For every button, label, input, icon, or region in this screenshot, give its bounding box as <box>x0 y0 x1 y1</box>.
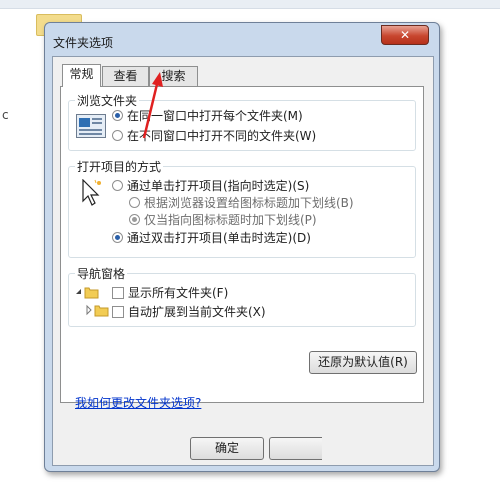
ok-button[interactable]: 确定 <box>190 437 264 460</box>
tab-label: 常规 <box>69 67 94 81</box>
tree-collapse-icon <box>85 303 111 320</box>
radio-underline-browser[interactable]: 根据浏览器设置给图标标题加下划线(B) <box>129 194 354 211</box>
radio-underline-on-hover[interactable]: 仅当指向图标标题时加下划线(P) <box>129 211 317 228</box>
background-text: c <box>2 108 9 122</box>
checkbox-auto-expand[interactable]: 自动扩展到当前文件夹(X) <box>112 303 266 320</box>
tab-label: 查看 <box>113 69 138 83</box>
folder-options-dialog: 文件夹选项 ✕ 常规 查看 搜索 浏览文件夹 在同一窗口中打开每个文件夹(M) … <box>44 22 440 472</box>
navigation-pane-group: 导航窗格 显示所有文件夹(F) 自动扩展到当前文件夹(X) <box>68 265 416 327</box>
browse-folders-icon <box>76 114 106 138</box>
radio-indicator <box>112 110 123 121</box>
tree-expand-icon <box>75 285 101 302</box>
background-window-strip <box>0 0 500 9</box>
radio-indicator <box>129 214 140 225</box>
checkbox-box <box>112 305 124 318</box>
browse-folders-group: 浏览文件夹 在同一窗口中打开每个文件夹(M) 在不同窗口中打开不同的文件夹(W) <box>68 92 416 151</box>
restore-defaults-button[interactable]: 还原为默认值(R) <box>309 351 417 374</box>
checkbox-show-all-folders[interactable]: 显示所有文件夹(F) <box>112 284 228 301</box>
navigation-pane-legend: 导航窗格 <box>75 265 128 282</box>
checkbox-box <box>112 286 124 299</box>
radio-indicator <box>112 180 123 191</box>
radio-indicator <box>112 232 123 243</box>
click-cursor-icon <box>81 178 103 210</box>
dialog-title: 文件夹选项 <box>53 36 114 50</box>
radio-indicator <box>129 197 140 208</box>
open-items-legend: 打开项目的方式 <box>75 158 164 175</box>
option-label: 根据浏览器设置给图标标题加下划线(B) <box>144 196 354 210</box>
annotation-arrow-icon <box>142 72 163 139</box>
open-items-group: 打开项目的方式 通过单击打开项目(指向时选定)(S) 根据浏览器设置给图标标题加… <box>68 158 416 258</box>
radio-indicator <box>112 130 123 141</box>
help-link[interactable]: 我如何更改文件夹选项? <box>75 394 201 411</box>
radio-double-click[interactable]: 通过双击打开项目(单击时选定)(D) <box>112 229 311 246</box>
tab-general[interactable]: 常规 <box>62 64 101 87</box>
option-label: 通过双击打开项目(单击时选定)(D) <box>127 231 311 245</box>
close-icon: ✕ <box>399 28 411 42</box>
radio-single-click[interactable]: 通过单击打开项目(指向时选定)(S) <box>112 177 309 194</box>
option-label: 仅当指向图标标题时加下划线(P) <box>144 213 317 227</box>
option-label: 自动扩展到当前文件夹(X) <box>128 305 266 319</box>
cancel-button-partial[interactable] <box>269 437 322 460</box>
dialog-client-area: 常规 查看 搜索 浏览文件夹 在同一窗口中打开每个文件夹(M) 在不同窗口中打开… <box>52 56 434 466</box>
option-label: 通过单击打开项目(指向时选定)(S) <box>127 179 310 193</box>
option-label: 显示所有文件夹(F) <box>128 286 229 300</box>
close-button[interactable]: ✕ <box>381 25 429 45</box>
general-tab-panel: 浏览文件夹 在同一窗口中打开每个文件夹(M) 在不同窗口中打开不同的文件夹(W)… <box>60 86 424 410</box>
